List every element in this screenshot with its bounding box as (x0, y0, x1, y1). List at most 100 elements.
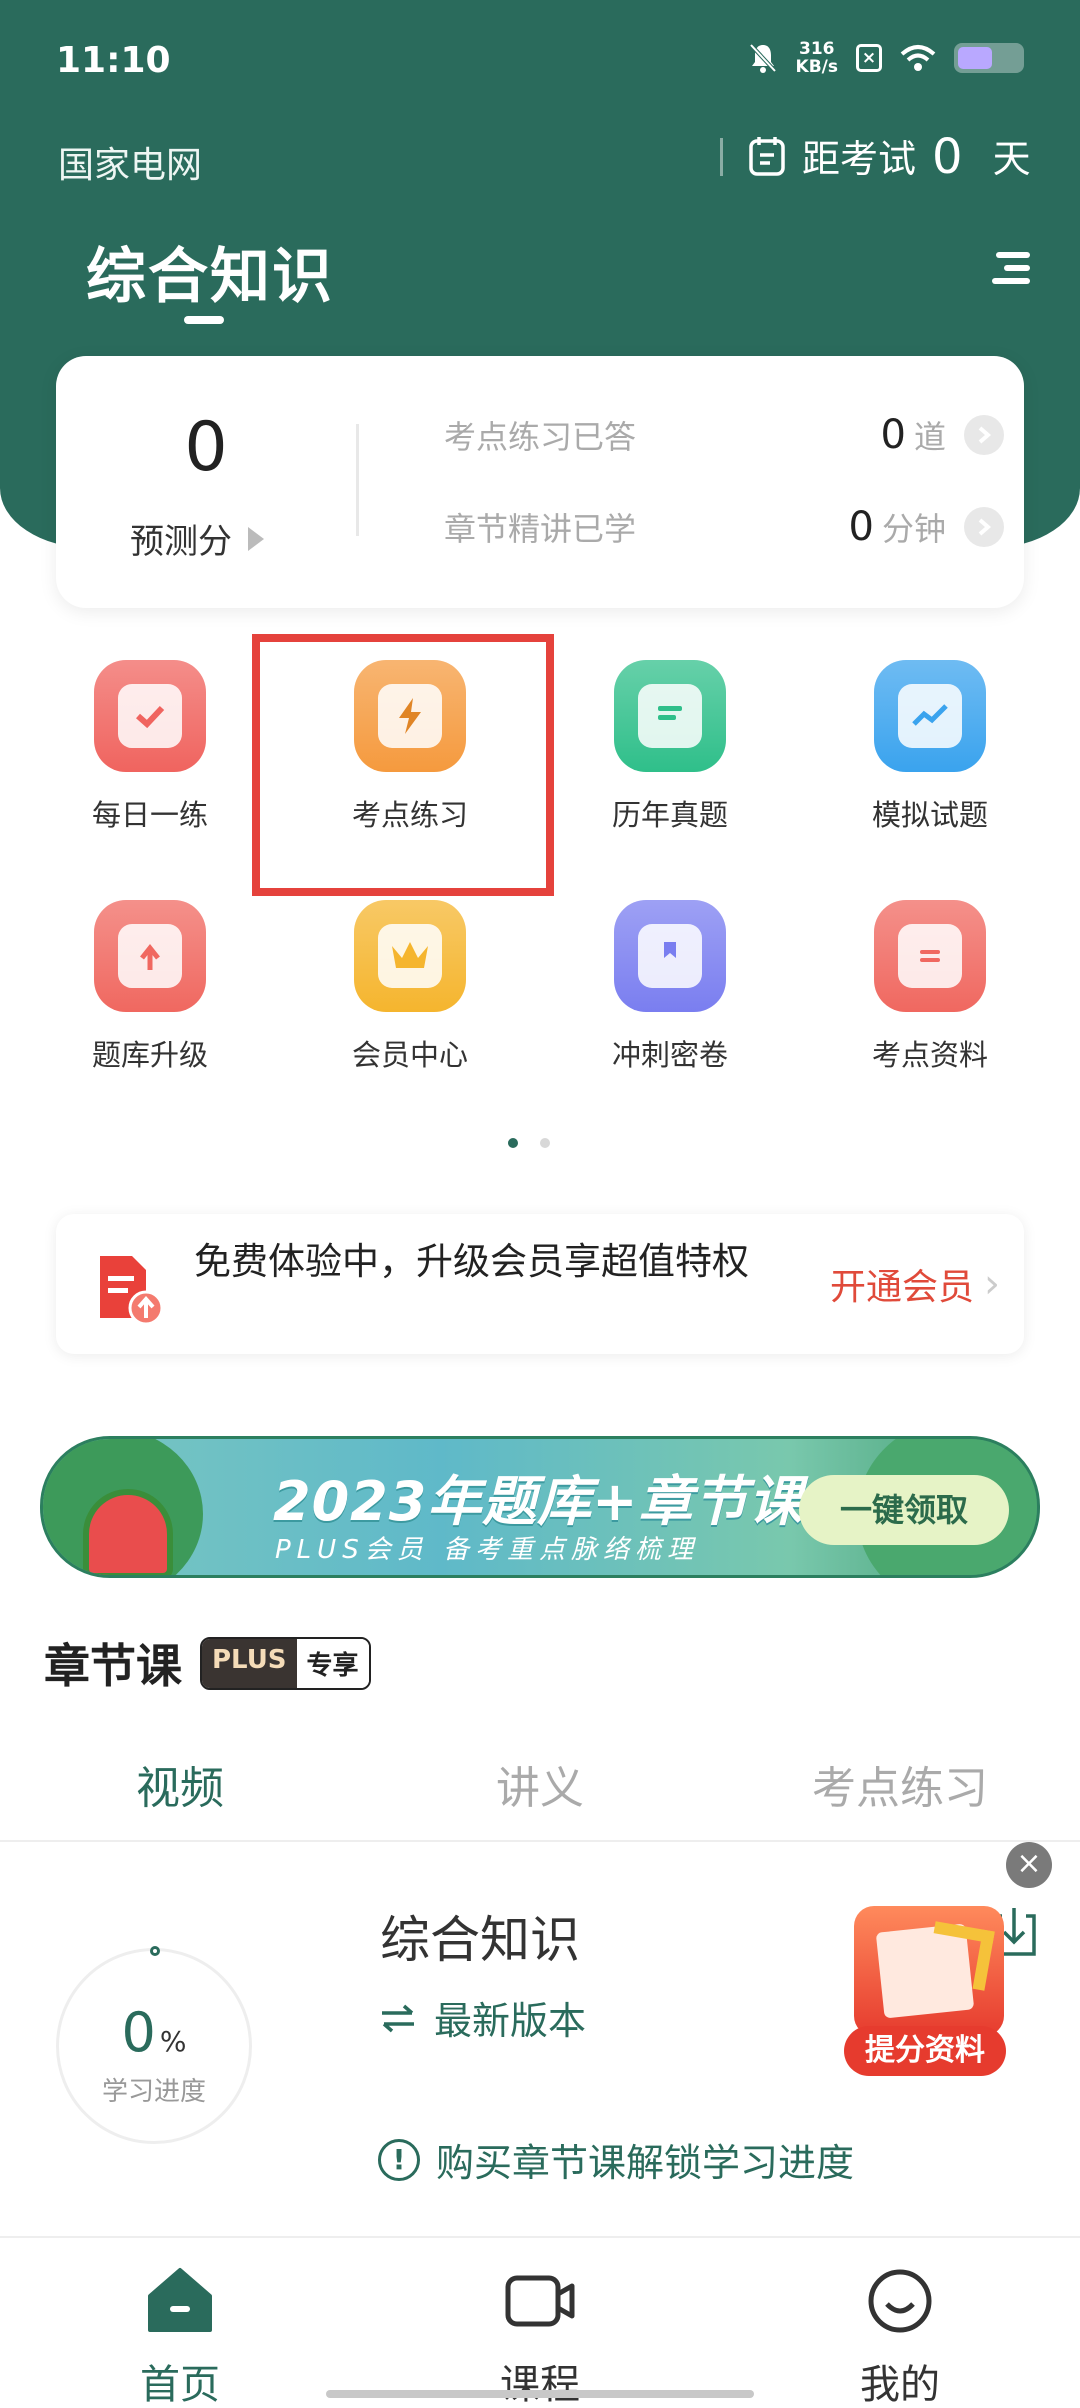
grid-item-daily-practice[interactable]: 每日一练 (20, 660, 280, 834)
nav-item-profile[interactable]: 我的 (720, 2238, 1080, 2408)
chart-monitor-icon (874, 660, 986, 772)
header-divider (720, 138, 723, 176)
progress-value-wrap: 0% (59, 2001, 249, 2064)
bell-off-icon (749, 43, 777, 73)
course-version-label: 最新版本 (434, 1999, 587, 2043)
course-version-switch[interactable]: 最新版本 (378, 1990, 586, 2045)
grid-item-past-exams[interactable]: 历年真题 (540, 660, 800, 834)
course-tabs: 视频 讲义 考点练习 (0, 1752, 1080, 1816)
section-title: 章节课 (44, 1639, 182, 1693)
exam-unit: 天 (992, 137, 1031, 181)
plus-badge-b: 专享 (296, 1638, 369, 1688)
document-icon (614, 660, 726, 772)
exam-countdown[interactable]: 距考试 0 天 (748, 128, 1031, 183)
subject-title[interactable]: 综合知识 (86, 228, 334, 315)
progress-unit: % (159, 2025, 187, 2058)
up-arrow-icon (925, 1921, 995, 1991)
bottom-nav: 首页 课程 我的 (0, 2236, 1080, 2408)
stat-row-practice[interactable]: 考点练习已答 0 道 (444, 412, 1004, 458)
menu-icon[interactable] (990, 248, 1034, 288)
unlock-progress-link[interactable]: ! 购买章节课解锁学习进度 (378, 2132, 854, 2187)
course-name: 综合知识 (380, 1911, 580, 1969)
grid-item-mock-exams[interactable]: 模拟试题 (800, 660, 1060, 834)
stat-label: 考点练习已答 (444, 418, 637, 456)
stat-row-chapter[interactable]: 章节精讲已学 0 分钟 (444, 504, 1004, 550)
nav-label: 课程 (500, 2362, 580, 2408)
wifi-icon (900, 45, 936, 71)
home-icon (148, 2268, 212, 2332)
file-upgrade-icon (100, 1256, 164, 1326)
status-time: 11:10 (56, 40, 171, 81)
chevron-right-icon (964, 415, 1004, 455)
promo-banner[interactable]: 2023年题库+章节课 PLUS会员 备考重点脉络梳理 一键领取 (40, 1436, 1040, 1578)
card-divider (356, 424, 359, 536)
exam-label: 距考试 (802, 137, 917, 181)
grid-item-label: 考点资料 (871, 1038, 988, 1072)
net-speed-value: 316 (799, 39, 835, 59)
folder-icon (874, 900, 986, 1012)
vip-banner-text: 免费体验中，升级会员享超值特权 (194, 1240, 749, 1283)
plus-badge: PLUS 专享 (200, 1636, 371, 1690)
grid-item-keypoint-materials[interactable]: 考点资料 (800, 900, 1060, 1074)
promo-title: 2023年题库+章节课 (273, 1470, 804, 1533)
nav-item-courses[interactable]: 课程 (360, 2238, 720, 2408)
stat-label: 章节精讲已学 (444, 510, 637, 548)
predicted-score-link[interactable]: 预测分 (130, 514, 264, 563)
triangle-right-icon (248, 526, 264, 551)
upgrade-file-icon (94, 900, 206, 1012)
vip-banner[interactable]: 免费体验中，升级会员享超值特权 开通会员 › (56, 1214, 1024, 1354)
promo-claim-button[interactable]: 一键领取 (799, 1475, 1009, 1545)
system-home-bar[interactable] (326, 2390, 754, 2398)
subject-underline (184, 316, 224, 324)
grid-item-label: 会员中心 (351, 1038, 468, 1072)
progress-label: 学习进度 (101, 2077, 206, 2107)
unlock-progress-text: 购买章节课解锁学习进度 (436, 2141, 855, 2185)
tab-video[interactable]: 视频 (0, 1752, 360, 1816)
battery-icon (954, 43, 1024, 73)
book-icon (614, 900, 726, 1012)
nav-label: 首页 (140, 2362, 220, 2408)
section-header: 章节课 PLUS 专享 (44, 1630, 371, 1696)
watermelon-illustration (83, 1489, 173, 1575)
open-membership-label: 开通会员 (829, 1267, 974, 1308)
info-icon: ! (378, 2138, 420, 2181)
stat-value: 0 (880, 412, 906, 458)
page-dot (508, 1138, 518, 1148)
progress-value: 0 (121, 2001, 156, 2064)
chevron-right-icon (964, 507, 1004, 547)
grid-item-bank-upgrade[interactable]: 题库升级 (20, 900, 280, 1074)
crown-icon (354, 900, 466, 1012)
org-name[interactable]: 国家电网 (58, 136, 202, 188)
grid-item-label: 每日一练 (91, 798, 208, 832)
status-icons: 316 KB/s × (748, 40, 1024, 76)
grid-item-label: 冲刺密卷 (611, 1038, 728, 1072)
close-icon[interactable]: × (1006, 1842, 1052, 1888)
grid-item-member-center[interactable]: 会员中心 (280, 900, 540, 1074)
open-membership-button[interactable]: 开通会员 › (830, 1258, 1000, 1310)
status-bar: 11:10 316 KB/s × (0, 0, 1080, 120)
predicted-score: 0 (184, 408, 228, 487)
chevron-right-icon: › (984, 1261, 1000, 1307)
stat-value: 0 (848, 504, 874, 550)
progress-ring: 0% 学习进度 (56, 1946, 252, 2144)
exam-days: 0 (932, 129, 963, 185)
smile-profile-icon (868, 2269, 932, 2333)
grid-item-sprint-papers[interactable]: 冲刺密卷 (540, 900, 800, 1074)
net-speed: 316 KB/s (796, 40, 838, 76)
tab-handout[interactable]: 讲义 (360, 1752, 720, 1816)
page-indicator (508, 1138, 550, 1148)
highlight-box (252, 634, 554, 896)
floating-ad[interactable]: 提分资料 (840, 1896, 1010, 2086)
score-card: 0 预测分 考点练习已答 0 道 章节精讲已学 0 分钟 (56, 356, 1024, 608)
grid-item-label: 题库升级 (91, 1038, 208, 1072)
predicted-score-label: 预测分 (130, 522, 232, 562)
stat-unit: 分钟 (881, 510, 946, 548)
floating-ad-tag: 提分资料 (844, 2026, 1006, 2076)
grid-item-label: 模拟试题 (871, 798, 988, 832)
tab-keypoint-practice[interactable]: 考点练习 (720, 1752, 1080, 1816)
progress-marker (150, 1946, 160, 1956)
nav-item-home[interactable]: 首页 (0, 2238, 360, 2408)
calendar-check-icon (94, 660, 206, 772)
promo-subtitle: PLUS会员 备考重点脉络梳理 (275, 1535, 699, 1565)
video-camera-icon (505, 2275, 575, 2327)
